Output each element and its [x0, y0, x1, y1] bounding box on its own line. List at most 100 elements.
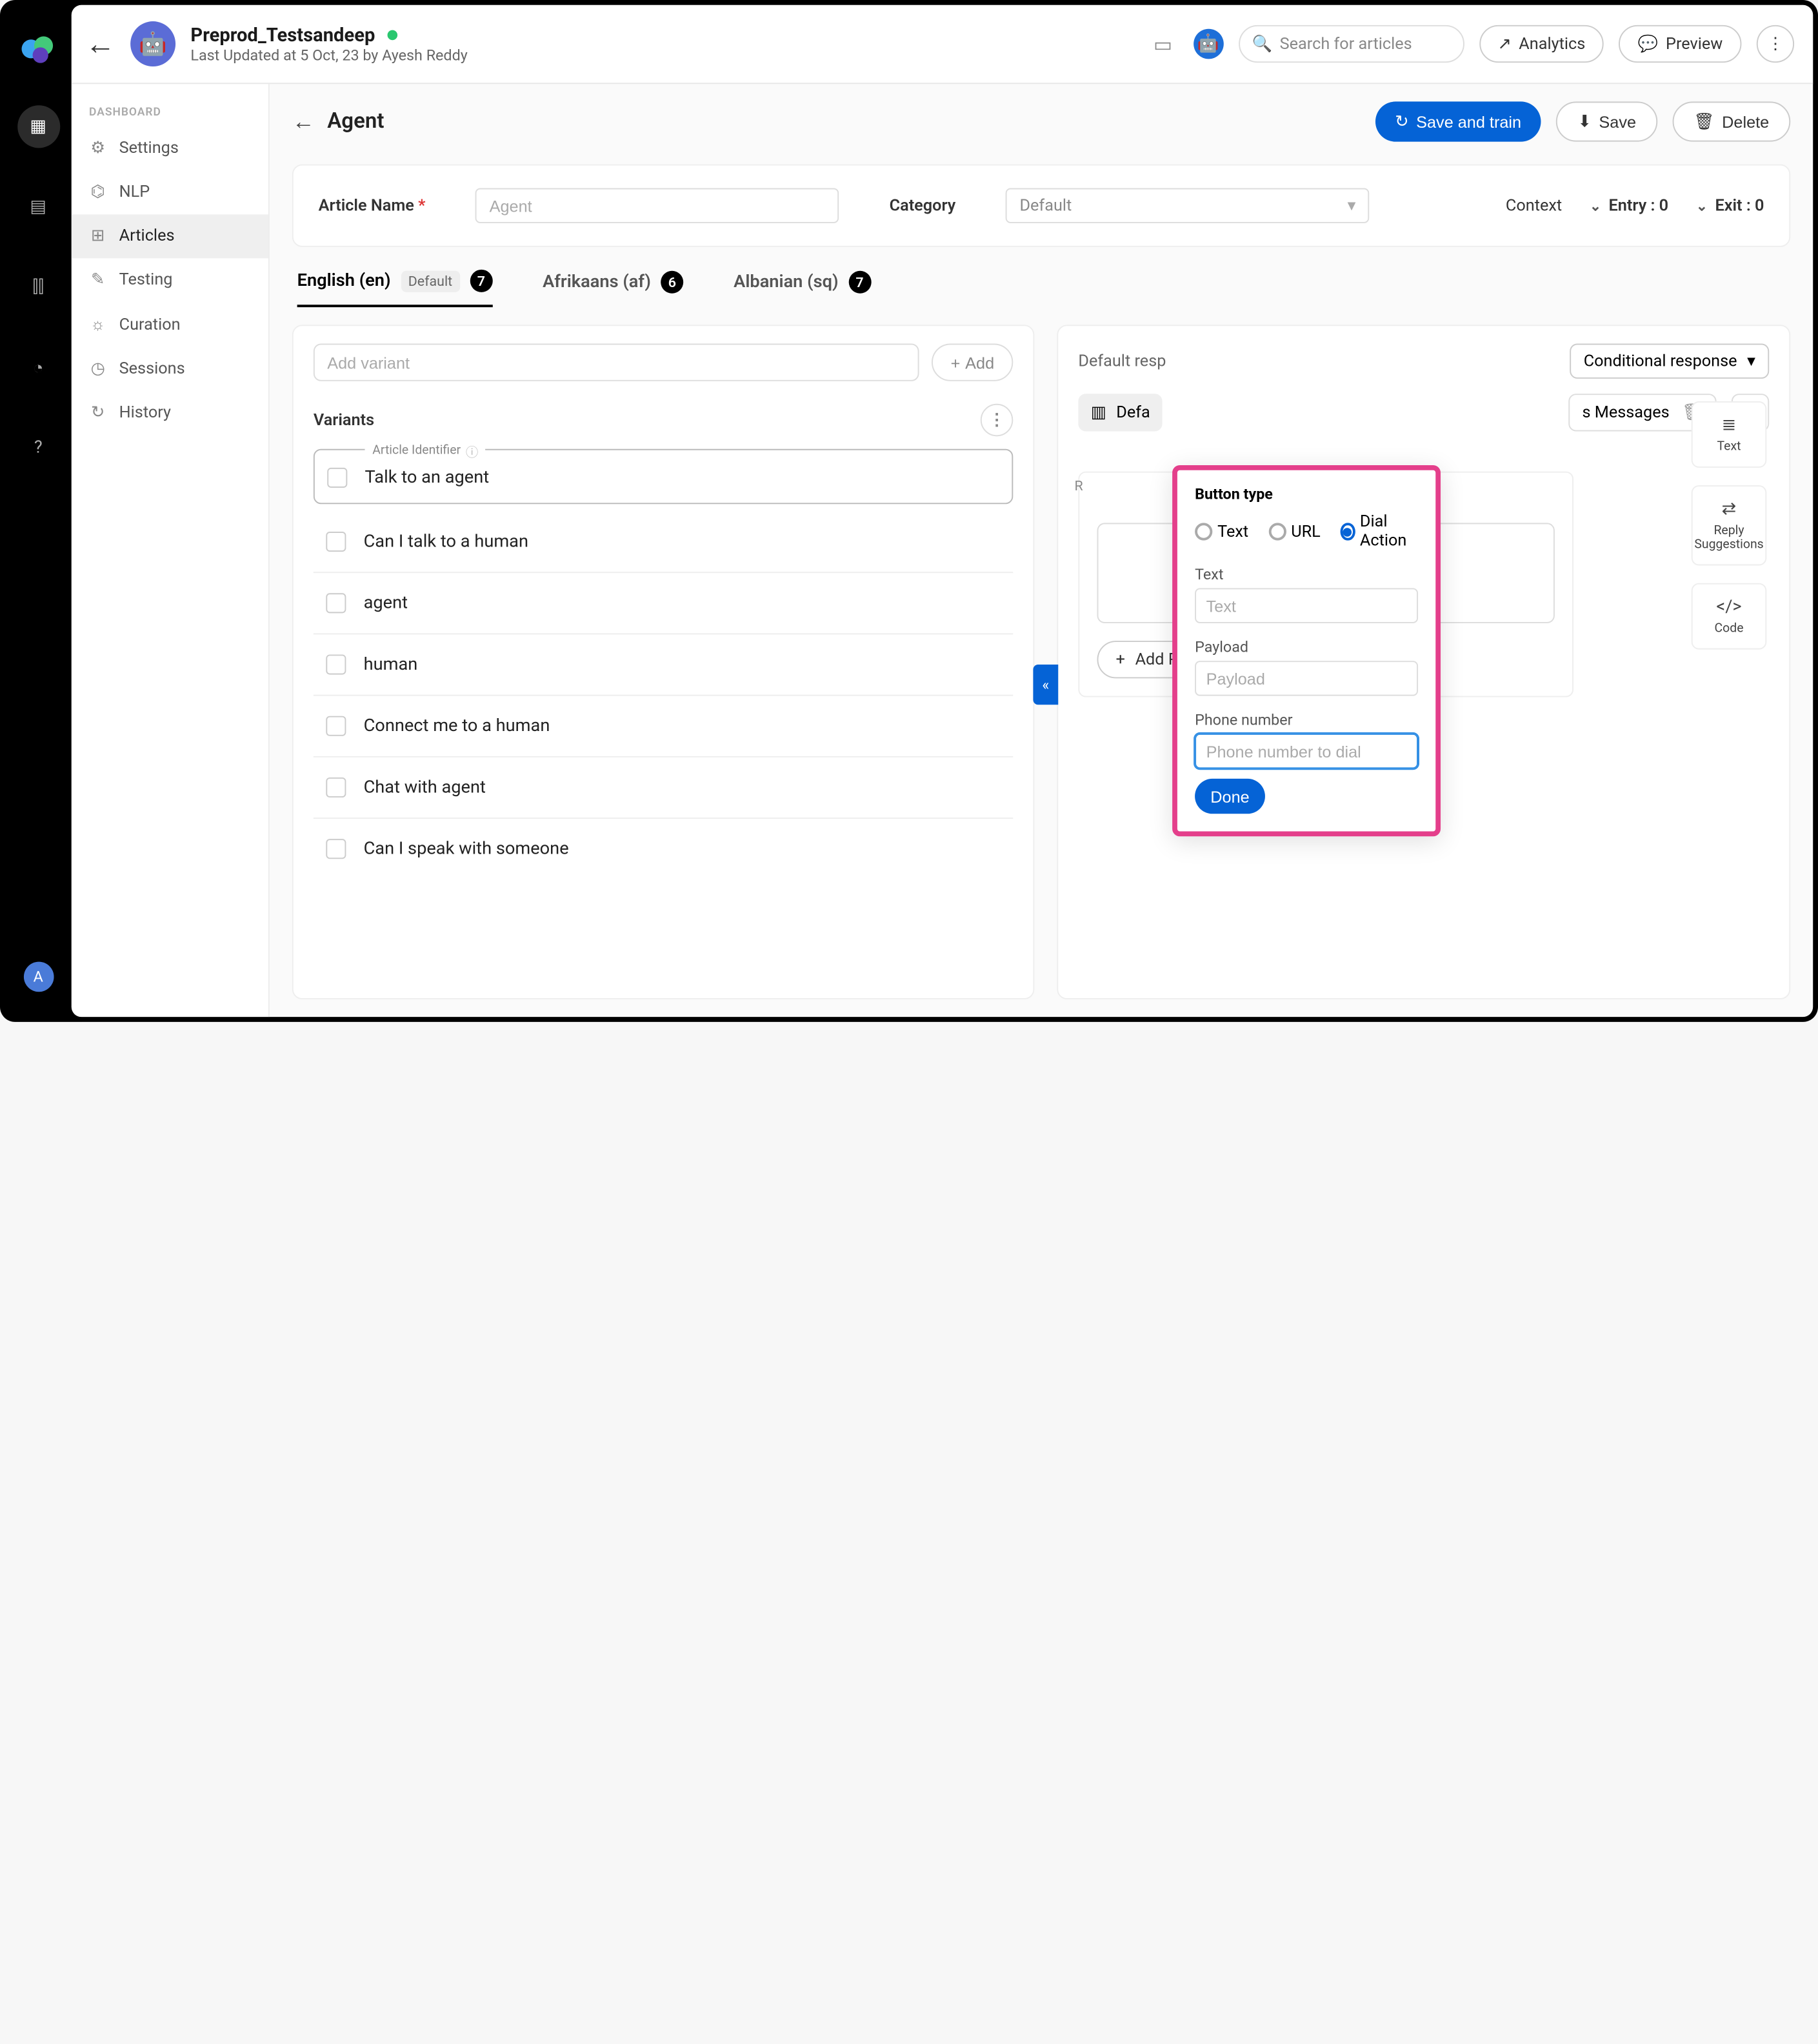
analytics-button[interactable]: ↗Analytics: [1479, 25, 1604, 63]
tab-english[interactable]: English (en) Default 7: [297, 270, 493, 307]
collapse-handle[interactable]: «: [1033, 665, 1058, 705]
tool-reply-suggestions[interactable]: ⇄Reply Suggestions: [1692, 485, 1767, 565]
sidebar-item-sessions[interactable]: ◷Sessions: [72, 347, 268, 391]
sidebar-item-label: Sessions: [119, 360, 185, 379]
info-icon: ⓘ: [466, 441, 478, 460]
done-button[interactable]: Done: [1195, 779, 1265, 814]
tool-text[interactable]: ≣Text: [1692, 401, 1767, 468]
checkbox[interactable]: [326, 839, 346, 859]
article-bar: Article Name * Category Default ▾ Contex…: [292, 165, 1790, 247]
category-value: Default: [1019, 196, 1072, 215]
article-name-label: Article Name *: [319, 196, 426, 215]
nlp-icon: ⌬: [89, 183, 106, 202]
tool-code[interactable]: </>Code: [1692, 583, 1767, 650]
rail-dashboard-icon[interactable]: ▦: [17, 105, 59, 148]
rail-help-icon[interactable]: ?: [17, 426, 59, 469]
checkbox[interactable]: [326, 593, 346, 613]
refresh-icon: ↻: [1395, 112, 1408, 132]
preview-icon: 💬: [1638, 34, 1658, 53]
chevron-down-icon: ⌄: [1590, 197, 1601, 214]
page-back-icon[interactable]: ←: [292, 108, 315, 135]
context-label: Context: [1506, 196, 1562, 215]
variant-row[interactable]: agent: [314, 573, 1013, 634]
article-name-input[interactable]: [475, 188, 839, 223]
button-type-popover: Button type Text URL Dial Action Text Pa…: [1172, 465, 1441, 836]
context-exit[interactable]: ⌄Exit : 0: [1696, 196, 1764, 215]
rail-docs-icon[interactable]: ▤: [17, 186, 59, 228]
checkbox[interactable]: [326, 716, 346, 736]
plus-icon: +: [1116, 650, 1125, 669]
payload-input[interactable]: [1195, 661, 1418, 696]
variants-more-button[interactable]: ⋮: [981, 404, 1014, 437]
chevron-down-icon: ▾: [1747, 352, 1755, 370]
minimize-icon[interactable]: ▭: [1148, 29, 1178, 59]
save-icon: ⬇: [1578, 112, 1592, 132]
language-tabs: English (en) Default 7 Afrikaans (af) 6 …: [270, 247, 1813, 307]
sidebar-item-label: NLP: [119, 183, 150, 202]
sidebar-item-testing[interactable]: ✎ Testing: [72, 258, 268, 302]
context-entry[interactable]: ⌄Entry : 0: [1590, 196, 1668, 215]
radio-dial-action[interactable]: Dial Action: [1341, 513, 1418, 550]
rail-pie-icon[interactable]: ◔: [17, 346, 59, 388]
rail-stats-icon[interactable]: ⫿⫿: [17, 266, 59, 308]
conditional-response-select[interactable]: Conditional response▾: [1570, 344, 1769, 379]
more-icon: ⋮: [1767, 34, 1783, 53]
variant-row[interactable]: Can I speak with someone: [314, 819, 1013, 879]
category-select[interactable]: Default ▾: [1006, 188, 1370, 223]
sidebar-item-settings[interactable]: ⚙ Settings: [72, 126, 268, 170]
testing-icon: ✎: [89, 271, 106, 290]
back-arrow-icon[interactable]: ←: [85, 26, 115, 62]
preview-button[interactable]: 💬Preview: [1619, 25, 1742, 63]
variant-row[interactable]: Can I talk to a human: [314, 512, 1013, 573]
response-panel: « Default resp Conditional response▾ ▥ D…: [1057, 325, 1790, 999]
checkbox[interactable]: [326, 532, 346, 552]
articles-icon: ⊞: [89, 227, 106, 246]
tab-afrikaans[interactable]: Afrikaans (af) 6: [543, 270, 683, 307]
text-icon: ≣: [1722, 415, 1737, 435]
article-identifier-value: Talk to an agent: [365, 468, 997, 488]
save-button[interactable]: ⬇Save: [1557, 101, 1658, 141]
search-input[interactable]: 🔍 Search for articles: [1238, 25, 1464, 63]
sidebar-item-label: Settings: [119, 139, 179, 158]
radio-text[interactable]: Text: [1195, 522, 1248, 541]
checkbox[interactable]: [327, 468, 347, 488]
variants-panel: +Add Variants ⋮ Article Identifier ⓘ Tal…: [292, 325, 1035, 999]
save-and-train-button[interactable]: ↻Save and train: [1375, 101, 1541, 141]
status-dot-icon: [388, 30, 398, 41]
more-menu-button[interactable]: ⋮: [1757, 25, 1794, 63]
channel-default[interactable]: ▥ Defa: [1078, 394, 1163, 431]
radio-url[interactable]: URL: [1268, 522, 1321, 541]
text-label: Text: [1195, 565, 1418, 583]
payload-label: Payload: [1195, 638, 1418, 656]
chevron-down-icon: ⌄: [1696, 197, 1708, 214]
checkbox[interactable]: [326, 777, 346, 797]
add-variant-button[interactable]: +Add: [932, 344, 1013, 381]
tab-count: 7: [470, 270, 492, 292]
tab-albanian[interactable]: Albanian (sq) 7: [734, 270, 871, 307]
search-placeholder: Search for articles: [1280, 34, 1412, 53]
icon-rail: ▦ ▤ ⫿⫿ ◔ ? A: [5, 5, 72, 1017]
add-variant-input[interactable]: [314, 344, 919, 381]
gear-icon: ⚙: [89, 139, 106, 158]
curation-icon: ☼: [89, 315, 106, 335]
sidebar-item-articles[interactable]: ⊞Articles: [72, 214, 268, 258]
plus-icon: +: [951, 353, 961, 372]
assistant-avatar-icon[interactable]: 🤖: [1193, 29, 1223, 59]
history-icon: ↻: [89, 404, 106, 423]
delete-button[interactable]: 🗑Delete: [1672, 101, 1790, 141]
sidebar-item-label: Testing: [119, 271, 173, 290]
bot-title: Preprod_Testsandeep: [190, 24, 467, 46]
sidebar-item-history[interactable]: ↻ History: [72, 391, 268, 435]
variant-row[interactable]: human: [314, 634, 1013, 696]
user-avatar[interactable]: A: [23, 962, 54, 992]
variant-row[interactable]: Connect me to a human: [314, 696, 1013, 757]
checkbox[interactable]: [326, 654, 346, 674]
article-identifier-field[interactable]: Article Identifier ⓘ Talk to an agent: [314, 449, 1013, 505]
sidebar-item-nlp[interactable]: ⌬ NLP: [72, 170, 268, 214]
phone-input[interactable]: [1195, 734, 1418, 768]
sidebar-item-curation[interactable]: ☼Curation: [72, 302, 268, 347]
reply-card: R + Add Reply Suggestion Button type Tex…: [1078, 472, 1573, 697]
text-input[interactable]: [1195, 588, 1418, 623]
variant-row[interactable]: Chat with agent: [314, 757, 1013, 819]
sidebar-item-label: History: [119, 404, 171, 423]
